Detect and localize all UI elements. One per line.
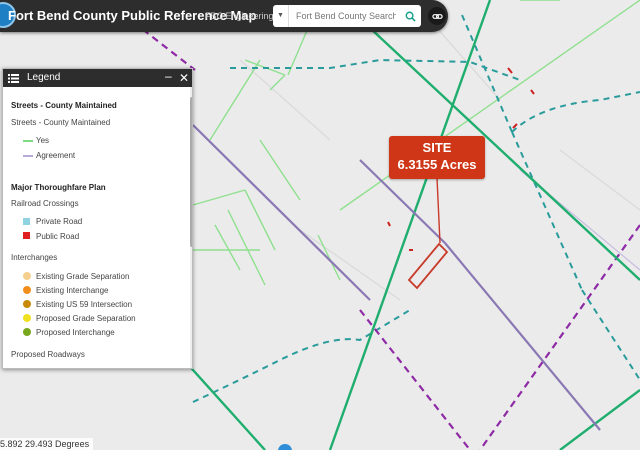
legend-swatch-agreement — [23, 155, 33, 157]
legend-body: Streets - County Maintained Streets - Co… — [3, 87, 189, 368]
site-callout[interactable]: SITE 6.3155 Acres — [389, 136, 485, 179]
legend-title: Legend — [27, 72, 61, 83]
legend-swatch-public-road — [23, 232, 30, 239]
legend-swatch-proposed-grade — [23, 314, 31, 322]
search-source-dropdown[interactable]: ▼ — [273, 5, 289, 27]
legend-item-proposed-grade: Proposed Grade Separation — [36, 314, 136, 323]
legend-swatch-proposed-interchange — [23, 328, 31, 336]
legend-heading-streets: Streets - County Maintained — [11, 101, 117, 110]
legend-header[interactable]: Legend – ✕ — [3, 69, 192, 87]
legend-item-existing-grade: Existing Grade Separation — [36, 272, 130, 281]
minimize-button[interactable]: – — [165, 69, 172, 83]
legend-subheading-proposed-roadways: Proposed Roadways — [11, 350, 85, 359]
legend-item-proposed-interchange: Proposed Interchange — [36, 328, 115, 337]
legend-heading-thoroughfare: Major Thoroughfare Plan — [11, 183, 106, 192]
legend-item-private-road: Private Road — [36, 217, 83, 226]
close-button[interactable]: ✕ — [179, 71, 189, 85]
site-acreage: 6.3155 Acres — [397, 157, 477, 172]
legend-item-public-road: Public Road — [36, 232, 80, 241]
legend-swatch-existing-interchange — [23, 286, 31, 294]
legend-swatch-existing-us59 — [23, 300, 31, 308]
legend-item-agreement: Agreement — [36, 151, 76, 160]
legend-item-yes: Yes — [36, 136, 50, 145]
legend-swatch-private-road — [23, 218, 30, 225]
legend-scroll-thumb[interactable] — [190, 97, 192, 247]
search-input[interactable] — [296, 5, 396, 27]
legend-scrollbar[interactable] — [190, 87, 192, 368]
search-icon — [405, 11, 416, 22]
coordinate-readout: 5.892 29.493 Degrees — [0, 438, 94, 450]
legend-subheading-interchanges: Interchanges — [11, 253, 58, 262]
list-icon — [8, 74, 19, 83]
legend-swatch-existing-grade — [23, 272, 31, 280]
site-title: SITE — [422, 140, 452, 155]
legend-panel: Legend – ✕ Streets - County Maintained S… — [2, 68, 193, 369]
share-link-button[interactable] — [428, 7, 446, 25]
app-header: Fort Bend County Public Reference Map FB… — [0, 0, 448, 32]
legend-subheading-streets: Streets - County Maintained — [11, 118, 111, 127]
legend-swatch-yes — [23, 140, 33, 142]
search-button[interactable] — [399, 5, 421, 27]
legend-subheading-railroad: Railroad Crossings — [11, 199, 79, 208]
link-icon — [431, 13, 443, 19]
legend-item-existing-us59: Existing US 59 Intersection — [36, 300, 133, 309]
legend-item-existing-interchange: Existing Interchange — [36, 286, 109, 295]
search-box: ▼ — [273, 5, 421, 27]
